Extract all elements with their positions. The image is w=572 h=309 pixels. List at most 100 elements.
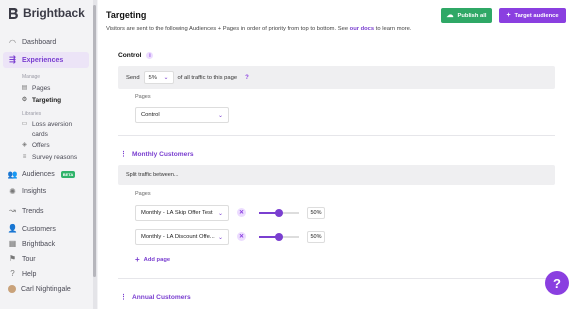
target-audience-button[interactable]: + Target audience	[499, 8, 566, 23]
sidebar-item-label: Offers	[32, 141, 50, 149]
add-page-button[interactable]: + Add page	[135, 255, 170, 264]
bulb-icon: ✺	[9, 186, 16, 196]
remove-page-button-2[interactable]: ✕	[237, 232, 246, 241]
sidebar-item-label: Help	[22, 270, 37, 278]
sidebar-item-label: Customers	[22, 225, 56, 233]
send-percent-select[interactable]: 5% ⌄	[143, 71, 174, 84]
sidebar-item-label: Insights	[22, 188, 47, 195]
help-icon: ?	[10, 269, 15, 278]
sidebar-item-targeting[interactable]: ⚙ Targeting	[0, 94, 95, 106]
help-chat-button[interactable]: ?	[545, 271, 569, 295]
sidebar-item-label: Loss aversion	[32, 120, 73, 128]
target-label: Target audience	[514, 12, 559, 19]
slider-knob[interactable]	[275, 233, 283, 241]
flag-icon: ⚑	[8, 254, 17, 263]
split-percent-1[interactable]: 50%	[307, 207, 325, 219]
chevron-down-icon: ⌄	[217, 210, 223, 217]
monthly-page-select-1[interactable]: Monthly - LA Skip Offer Test ⌄	[135, 205, 229, 221]
sidebar-item-label: Survey reasons	[32, 153, 78, 161]
people-icon: 👤	[7, 224, 18, 233]
send-percent-value: 5%	[148, 74, 157, 81]
sidebar-item-experiences[interactable]: ⇶ Experiences	[3, 52, 89, 68]
sidebar-item-pages[interactable]: ▤ Pages	[0, 82, 95, 94]
sidebar-item-label: Experiences	[22, 56, 64, 64]
brand-logo[interactable]: Brightback	[8, 6, 85, 20]
plus-icon: +	[135, 255, 140, 264]
publish-label: Publish all	[457, 12, 487, 19]
monthly-title: ⋮ Monthly Customers	[120, 150, 194, 159]
slider-knob[interactable]	[275, 209, 283, 217]
chevron-down-icon: ⌄	[217, 112, 223, 119]
control-page-value: Control	[141, 112, 160, 118]
monthly-page-value-2: Monthly - LA Discount Offe...	[141, 234, 215, 240]
subtitle-end: to learn more.	[374, 26, 412, 32]
sidebar-item-dashboard[interactable]: ◠ Dashboard	[0, 35, 95, 50]
brightback-logo-icon	[8, 7, 19, 20]
monthly-page-value-1: Monthly - LA Skip Offer Test	[141, 210, 213, 216]
subtitle-text: Visitors are sent to the following Audie…	[106, 26, 350, 32]
page-subtitle: Visitors are sent to the following Audie…	[106, 26, 412, 32]
split-percent-2[interactable]: 50%	[307, 231, 325, 243]
cards-icon: ▭	[21, 121, 28, 127]
sidebar-item-offers[interactable]: ◈ Offers	[0, 139, 95, 151]
sidebar-item-insights[interactable]: ✺ Insights	[0, 183, 95, 200]
main-content: Targeting Visitors are sent to the follo…	[98, 0, 572, 309]
control-pages-label: Pages	[135, 94, 151, 100]
split-slider-1[interactable]	[259, 209, 299, 217]
sidebar-item-audiences[interactable]: 👥 Audiences BETA	[0, 166, 95, 183]
control-title-text: Control	[118, 52, 142, 59]
cloud-upload-icon: ☁	[446, 12, 454, 19]
monthly-page-select-2[interactable]: Monthly - LA Discount Offe... ⌄	[135, 229, 229, 245]
sidebar-item-label: Pages	[32, 84, 51, 92]
sidebar-item-label: Dashboard	[22, 39, 57, 46]
tag-icon: ◈	[22, 142, 27, 148]
sidebar-item-customers[interactable]: 👤 Customers	[0, 222, 95, 236]
flow-icon: ⇶	[9, 55, 16, 64]
send-row: Send 5% ⌄ of all traffic to this page ?	[126, 71, 249, 84]
manage-header: Manage	[22, 74, 41, 80]
sidebar-item-survey-reasons[interactable]: ≡ Survey reasons	[0, 151, 95, 163]
sidebar-item-brightback[interactable]: ▦ Brightback	[0, 236, 95, 252]
send-suffix: of all traffic to this page	[177, 74, 238, 81]
remove-page-button-1[interactable]: ✕	[237, 208, 246, 217]
split-slider-2[interactable]	[259, 233, 299, 241]
publish-all-button[interactable]: ☁ Publish all	[441, 8, 492, 23]
sidebar-item-label: Audiences	[22, 171, 55, 178]
split-label: Split traffic between...	[126, 172, 179, 178]
info-icon[interactable]: i	[146, 52, 154, 59]
users-icon: 👥	[7, 169, 18, 179]
add-page-label: Add page	[143, 256, 171, 263]
sidebar-item-label: Brightback	[22, 240, 56, 248]
send-label: Send	[126, 74, 140, 81]
control-page-select[interactable]: Control ⌄	[135, 107, 229, 123]
sidebar-item-loss-aversion-cards-line2[interactable]: cards	[0, 129, 95, 139]
sidebar-item-help[interactable]: ? Help	[0, 266, 95, 282]
drag-handle-icon[interactable]: ⋮	[120, 293, 127, 301]
page-icon: ▤	[21, 85, 28, 91]
drag-handle-icon[interactable]: ⋮	[120, 150, 127, 158]
sidebar-item-user[interactable]: Carl Nightingale	[0, 282, 95, 296]
sidebar-item-label: Targeting	[32, 96, 62, 104]
question-icon[interactable]: ?	[245, 75, 249, 81]
sidebar-item-label: Carl Nightingale	[21, 285, 71, 293]
docs-link[interactable]: our docs	[350, 26, 374, 32]
list-icon: ≡	[22, 154, 27, 160]
sidebar-item-label: cards	[32, 130, 48, 138]
trend-icon: ↝	[9, 206, 16, 215]
chevron-down-icon: ⌄	[217, 234, 223, 241]
avatar-icon	[8, 285, 16, 293]
divider	[118, 135, 555, 136]
sidebar-item-trends[interactable]: ↝ Trends	[0, 200, 95, 222]
sidebar-item-loss-aversion-cards[interactable]: ▭ Loss aversion	[0, 119, 95, 129]
gauge-icon: ◠	[9, 37, 16, 47]
libraries-header: Libraries	[22, 111, 42, 117]
control-title: Control i	[118, 52, 154, 59]
chevron-down-icon: ⌄	[163, 75, 169, 81]
sidebar-scroll-thumb[interactable]	[93, 5, 96, 277]
brand-name: Brightback	[23, 6, 85, 20]
sidebar-item-label: Trends	[22, 207, 44, 215]
target-icon: ⚙	[21, 97, 28, 103]
building-icon: ▦	[8, 239, 17, 248]
monthly-pages-label: Pages	[135, 191, 151, 197]
sidebar-item-tour[interactable]: ⚑ Tour	[0, 252, 95, 266]
